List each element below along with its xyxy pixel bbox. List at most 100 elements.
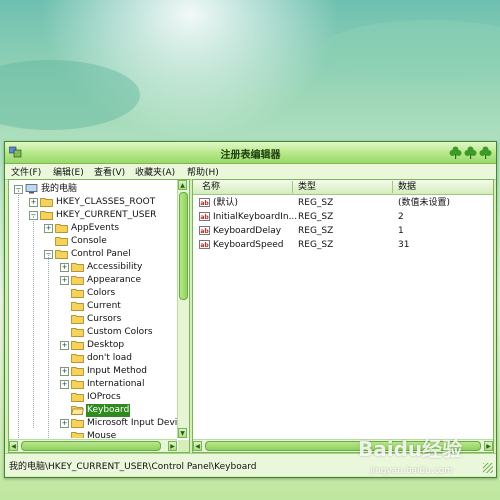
expand-icon[interactable]: +: [60, 367, 69, 376]
tree-item-label: IOProcs: [87, 392, 121, 402]
folder-open-icon: [71, 405, 84, 415]
menu-bar: 文件(F) 编辑(E) 查看(V) 收藏夹(A) 帮助(H): [5, 164, 496, 180]
folder-icon: [71, 301, 84, 311]
value-row[interactable]: ab KeyboardSpeed REG_SZ 31: [193, 238, 493, 252]
tree-item-label: HKEY_CURRENT_USER: [56, 210, 157, 220]
values-list-pane[interactable]: 名称 类型 数据 ab (默认) REG_SZ (数值未设置) ab InitialKey…: [192, 179, 494, 453]
key-tree-pane[interactable]: − 我的电脑 + HKEY_CLASSES_ROOT − HKEY_CURRENT_USE…: [8, 179, 190, 453]
tree-item-label: International: [87, 379, 145, 389]
tree-item-label: Desktop: [87, 340, 125, 350]
folder-icon: [71, 314, 84, 324]
string-value-icon: ab: [199, 212, 210, 221]
value-row[interactable]: ab (默认) REG_SZ (数值未设置): [193, 196, 493, 210]
folder-icon: [71, 327, 84, 337]
tree-item-label: Control Panel: [71, 249, 131, 259]
scroll-thumb[interactable]: [179, 192, 188, 300]
scroll-thumb[interactable]: [21, 441, 161, 451]
value-data-cell: 1: [398, 226, 404, 236]
value-name-cell: (默认): [213, 198, 239, 208]
folder-icon: [71, 340, 84, 350]
value-type-cell: REG_SZ: [298, 198, 334, 208]
scroll-left-button[interactable]: ◀: [9, 441, 18, 451]
tree-connector-line: [18, 190, 19, 438]
tree-item-label: Current: [87, 301, 121, 311]
column-divider[interactable]: [292, 181, 293, 193]
menu-favorites[interactable]: 收藏夹(A): [135, 165, 175, 178]
tree-item-label: HKEY_CLASSES_ROOT: [56, 197, 156, 207]
tree-item-label: Console: [71, 236, 107, 246]
tree-item-label: Cursors: [87, 314, 122, 324]
minimize-button[interactable]: [449, 146, 462, 159]
value-data-cell: (数值未设置): [398, 198, 451, 208]
tree-item-label: Microsoft Input Devi: [87, 418, 177, 428]
value-row[interactable]: ab InitialKeyboardIn... REG_SZ 2: [193, 210, 493, 224]
menu-edit[interactable]: 编辑(E): [53, 165, 84, 178]
tree-item-label: Mouse: [87, 431, 117, 438]
value-data-cell: 2: [398, 212, 404, 222]
folder-icon: [71, 275, 84, 285]
key-tree[interactable]: − 我的电脑 + HKEY_CLASSES_ROOT − HKEY_CURRENT_USE…: [9, 180, 177, 438]
string-value-icon: ab: [199, 226, 210, 235]
maximize-button[interactable]: [464, 146, 477, 159]
window-title: 注册表编辑器: [220, 150, 281, 161]
column-header-name[interactable]: 名称: [202, 181, 220, 193]
tree-vertical-scrollbar[interactable]: ▲ ▼: [177, 180, 189, 438]
scroll-right-button[interactable]: ▶: [168, 441, 177, 451]
menu-file[interactable]: 文件(F): [11, 165, 41, 178]
baidu-watermark: Baidu经验 jingyan.baidu.com: [358, 433, 496, 493]
tree-item-label: Custom Colors: [87, 327, 153, 337]
expand-icon[interactable]: +: [60, 276, 69, 285]
folder-icon: [40, 197, 53, 207]
folder-icon: [71, 392, 84, 402]
value-type-cell: REG_SZ: [298, 240, 334, 250]
value-name-cell: InitialKeyboardIn...: [213, 212, 298, 222]
tree-horizontal-scrollbar[interactable]: ◀ ▶: [9, 439, 177, 452]
tree-connector-line: [33, 216, 34, 428]
expand-icon[interactable]: +: [44, 224, 53, 233]
tree-connector-line: [48, 255, 49, 438]
background-decoration: [320, 20, 500, 80]
expand-icon[interactable]: +: [60, 341, 69, 350]
tree-item-label: Keyboard: [86, 404, 131, 417]
expand-icon[interactable]: +: [60, 419, 69, 428]
scrollbar-corner: [178, 440, 189, 452]
status-path: 我的电脑\HKEY_CURRENT_USER\Control Panel\Key…: [9, 462, 257, 472]
value-name-cell: KeyboardDelay: [213, 226, 282, 236]
folder-icon: [40, 210, 53, 220]
menu-view[interactable]: 查看(V): [94, 165, 125, 178]
list-header: 名称 类型 数据: [193, 180, 493, 195]
column-header-data[interactable]: 数据: [398, 181, 416, 193]
value-type-cell: REG_SZ: [298, 212, 334, 222]
scroll-left-button[interactable]: ◀: [193, 441, 202, 451]
folder-icon: [55, 223, 68, 233]
folder-icon: [71, 379, 84, 389]
watermark-logo: Baidu经验: [358, 437, 463, 461]
expand-icon[interactable]: +: [60, 263, 69, 272]
folder-icon: [71, 366, 84, 376]
close-button[interactable]: [479, 146, 492, 159]
folder-icon: [71, 353, 84, 363]
watermark-url: jingyan.baidu.com: [370, 466, 454, 476]
expand-icon[interactable]: +: [29, 198, 38, 207]
scroll-down-button[interactable]: ▼: [178, 428, 187, 438]
title-bar[interactable]: 注册表编辑器: [5, 142, 496, 164]
scroll-up-button[interactable]: ▲: [178, 180, 187, 190]
folder-icon: [71, 431, 84, 438]
folder-icon: [71, 418, 84, 428]
tree-item-label: Input Method: [87, 366, 147, 376]
column-divider[interactable]: [392, 181, 393, 193]
string-value-icon: ab: [199, 198, 210, 207]
folder-icon: [55, 249, 68, 259]
folder-icon: [55, 236, 68, 246]
folder-icon: [71, 262, 84, 272]
string-value-icon: ab: [199, 240, 210, 249]
registry-editor-window: 注册表编辑器 文件(F) 编辑(E) 查看(V) 收藏夹(A) 帮助(H) − 我…: [4, 141, 497, 478]
folder-icon: [71, 288, 84, 298]
expand-icon[interactable]: +: [60, 380, 69, 389]
tree-item-label: 我的电脑: [41, 184, 78, 194]
column-header-type[interactable]: 类型: [298, 181, 316, 193]
menu-help[interactable]: 帮助(H): [187, 165, 219, 178]
value-name-cell: KeyboardSpeed: [213, 240, 284, 250]
tree-item-label: Colors: [87, 288, 116, 298]
value-row[interactable]: ab KeyboardDelay REG_SZ 1: [193, 224, 493, 238]
